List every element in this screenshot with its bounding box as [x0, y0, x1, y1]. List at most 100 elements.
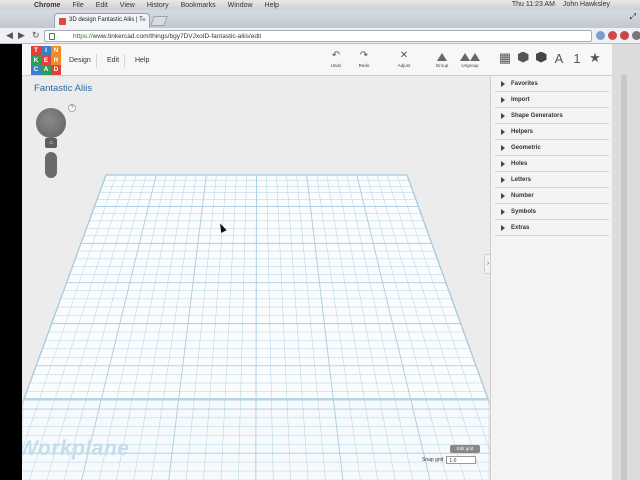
design-title[interactable]: Fantastic Aliis — [34, 83, 92, 94]
tinkercad-favicon-icon — [59, 18, 66, 25]
group-button[interactable]: Group — [428, 50, 456, 68]
address-bar[interactable]: https://www.tinkercad.com/things/bgy7DVJ… — [44, 30, 592, 42]
lock-icon — [49, 33, 55, 40]
window-fullscreen-icon[interactable]: ⤢ — [630, 12, 636, 22]
number-one-icon[interactable]: 1 — [570, 51, 584, 66]
clock: Thu 11:23 AM — [511, 1, 555, 8]
redo-button[interactable]: ↷ Redo — [350, 50, 378, 68]
expand-arrow-icon — [501, 145, 505, 151]
group-label: Group — [435, 63, 449, 68]
menu-history[interactable]: History — [147, 2, 169, 9]
category-label: Extras — [511, 225, 530, 231]
user-name[interactable]: John Hawksley — [563, 1, 610, 8]
undo-button[interactable]: ↶ Undo — [322, 50, 350, 68]
orbit-control[interactable] — [36, 108, 66, 138]
grid-view-icon[interactable]: ▦ — [498, 50, 512, 66]
forward-icon[interactable]: ▶ — [18, 30, 25, 41]
tab-title: 3D design Fantastic Aliis | T — [69, 17, 143, 23]
menu-window[interactable]: Window — [228, 2, 253, 9]
category-favorites[interactable]: Favorites — [495, 76, 609, 92]
scrollbar[interactable] — [621, 74, 627, 480]
close-tab-icon[interactable]: × — [142, 17, 146, 24]
extension-icon[interactable] — [608, 31, 617, 40]
back-icon[interactable]: ◀ — [6, 30, 13, 41]
group-icon — [428, 50, 456, 62]
category-shape-generators[interactable]: Shape Generators — [495, 108, 609, 124]
category-label: Favorites — [511, 81, 538, 87]
menu-file[interactable]: File — [72, 2, 83, 9]
ungroup-button[interactable]: Ungroup — [456, 50, 484, 68]
logo-letter: C — [31, 65, 41, 75]
redo-label: Redo — [358, 63, 370, 68]
logo-letter: K — [31, 55, 41, 66]
help-icon[interactable]: ? — [68, 104, 76, 112]
ungroup-label: Ungroup — [461, 63, 479, 68]
category-import[interactable]: Import — [495, 92, 609, 108]
star-icon[interactable]: ★ — [588, 50, 602, 66]
edit-grid-button[interactable]: Edit grid — [450, 445, 480, 453]
ungroup-icon — [456, 50, 484, 62]
screen: Chrome File Edit View History Bookmarks … — [0, 0, 640, 480]
logo-letter: R — [51, 55, 61, 66]
logo-letter: A — [41, 65, 51, 75]
category-label: Shape Generators — [511, 113, 563, 119]
tab-strip: 3D design Fantastic Aliis | T × ⤢ — [0, 10, 640, 28]
category-symbols[interactable]: Symbols — [495, 204, 609, 220]
snap-grid-label: Snap grid — [422, 457, 444, 463]
new-tab-button[interactable] — [150, 16, 168, 26]
expand-arrow-icon — [501, 225, 505, 231]
tinkercad-logo[interactable]: T I N K E R C A D — [31, 46, 61, 75]
undo-icon: ↶ — [331, 50, 341, 61]
reload-icon[interactable]: ↻ — [32, 30, 40, 41]
menu-chrome[interactable]: Chrome — [34, 2, 60, 9]
category-letters[interactable]: Letters — [495, 172, 609, 188]
workplane-label: Workplane — [22, 437, 130, 460]
cube-shape-icon[interactable] — [534, 51, 548, 66]
snap-grid-select[interactable]: 1.0 — [446, 456, 477, 464]
help-menu[interactable]: Help — [130, 54, 154, 68]
logo-letter: T — [31, 46, 41, 56]
logo-letter: D — [51, 65, 61, 75]
menu-help[interactable]: Help — [265, 2, 279, 9]
category-helpers[interactable]: Helpers — [495, 124, 609, 140]
category-label: Holes — [511, 161, 528, 167]
logo-letter: I — [41, 46, 51, 56]
design-menu[interactable]: Design — [64, 54, 97, 68]
menu-bookmarks[interactable]: Bookmarks — [181, 2, 216, 9]
menu-edit[interactable]: Edit — [96, 2, 108, 9]
extension-icons — [596, 31, 640, 40]
category-label: Geometric — [511, 145, 541, 151]
menu-view[interactable]: View — [120, 2, 135, 9]
expand-arrow-icon — [501, 161, 505, 167]
browser-toolbar: ◀ ▶ ↻ https://www.tinkercad.com/things/b… — [0, 28, 640, 44]
extension-icon[interactable] — [596, 31, 605, 40]
logo-letter: N — [51, 46, 61, 56]
adjust-icon: ✕ — [399, 50, 409, 61]
category-label: Helpers — [511, 129, 534, 135]
category-label: Number — [511, 193, 534, 199]
redo-icon: ↷ — [359, 50, 369, 61]
edit-menu[interactable]: Edit — [102, 54, 126, 68]
category-geometric[interactable]: Geometric — [495, 140, 609, 156]
category-label: Symbols — [511, 209, 537, 215]
tinkercad-editor: T I N K E R C A D Design Edit Help ↶ Und… — [22, 44, 612, 480]
pinterest-icon[interactable] — [620, 31, 629, 40]
category-extras[interactable]: Extras — [495, 220, 609, 236]
category-label: Letters — [511, 177, 532, 183]
expand-arrow-icon — [501, 193, 505, 199]
mac-menu-bar: Chrome File Edit View History Bookmarks … — [0, 0, 640, 10]
category-holes[interactable]: Holes — [495, 156, 609, 172]
adjust-button[interactable]: ✕ Adjust — [390, 50, 418, 68]
shape-library-panel: Favorites Import Shape Generators Helper… — [490, 76, 612, 480]
letter-a-icon[interactable]: A — [552, 51, 566, 66]
expand-arrow-icon — [501, 177, 505, 183]
hexagon-shape-icon[interactable] — [516, 51, 530, 66]
expand-arrow-icon — [501, 129, 505, 135]
home-view-button[interactable]: ⌂ — [45, 138, 57, 148]
url-protocol: https:// — [73, 33, 93, 40]
category-number[interactable]: Number — [495, 188, 609, 204]
category-label: Import — [511, 97, 530, 103]
zoom-slider[interactable] — [45, 152, 57, 178]
browser-tab[interactable]: 3D design Fantastic Aliis | T × — [54, 13, 150, 28]
menu-icon[interactable] — [632, 31, 640, 40]
